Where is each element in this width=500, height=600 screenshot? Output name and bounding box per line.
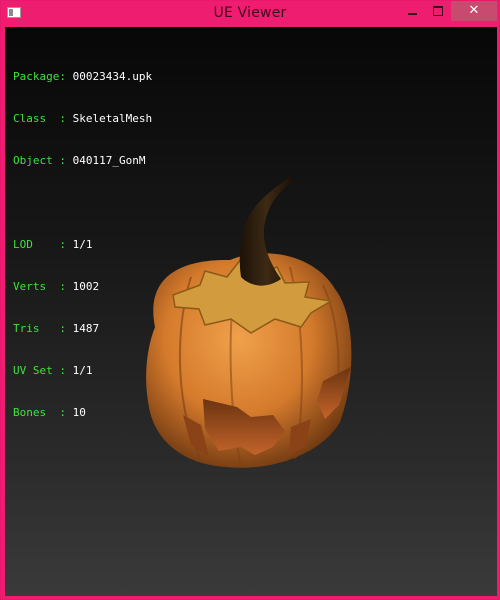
pumpkin-model[interactable] [5,27,497,596]
minimize-icon [407,13,417,15]
minimize-button[interactable] [399,1,425,21]
3d-viewport[interactable]: Package: 00023434.upk Class : SkeletalMe… [5,27,497,596]
maximize-button[interactable] [425,1,451,21]
title-bar[interactable]: UE Viewer ✕ [1,1,499,27]
app-window: UE Viewer ✕ Package: 00023434.upk Class … [0,0,500,600]
maximize-icon [433,6,443,16]
close-button[interactable]: ✕ [451,1,497,21]
close-icon: ✕ [468,3,480,18]
